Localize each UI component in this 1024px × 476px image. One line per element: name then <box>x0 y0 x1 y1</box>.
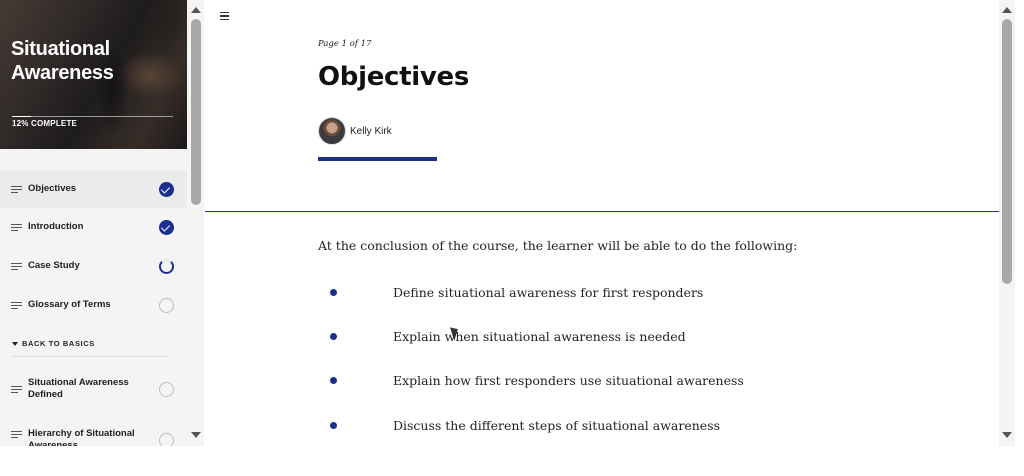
lines-icon <box>11 300 22 311</box>
bullet-icon <box>330 377 337 384</box>
objective-text: Explain how first responders use situati… <box>393 373 744 388</box>
list-item: Explain how first responders use situati… <box>318 373 744 388</box>
page-indicator: Page 1 of 17 <box>318 39 372 49</box>
content-scrollbar[interactable] <box>999 0 1015 446</box>
intro-text: At the conclusion of the course, the lea… <box>318 238 798 253</box>
progress-ring-icon <box>159 259 174 274</box>
content-scrollbar-thumb[interactable] <box>1002 19 1012 284</box>
sidebar-scrollbar-thumb[interactable] <box>191 19 201 205</box>
author-byline: Kelly Kirk <box>318 117 392 145</box>
empty-circle-icon <box>159 382 174 397</box>
list-item: Discuss the different steps of situation… <box>318 418 720 433</box>
objective-text: Discuss the different steps of situation… <box>393 418 720 433</box>
section-toggle-back-to-basics[interactable]: BACK TO BASICS <box>12 339 95 348</box>
lines-icon <box>11 261 22 272</box>
section-label: BACK TO BASICS <box>22 339 95 348</box>
checkmark-circle-icon <box>159 182 174 197</box>
lines-icon <box>11 184 22 195</box>
scroll-up-arrow-icon[interactable] <box>191 7 201 13</box>
avatar <box>318 117 346 145</box>
bullet-icon <box>330 333 337 340</box>
hamburger-menu-icon[interactable] <box>220 10 229 22</box>
lesson-content: Page 1 of 17 Objectives Kelly Kirk At th… <box>205 0 999 446</box>
lines-icon <box>11 384 22 395</box>
list-item: Define situational awareness for first r… <box>318 285 703 300</box>
course-sidebar: Situational Awareness 12% COMPLETE Objec… <box>0 0 204 446</box>
course-progress-bar <box>12 116 173 117</box>
course-title: Situational Awareness <box>11 38 114 84</box>
section-divider <box>12 356 168 357</box>
list-item: Explain when situational awareness is ne… <box>318 329 686 344</box>
scroll-up-arrow-icon[interactable] <box>1002 7 1012 13</box>
sidebar-lesson-objectives[interactable]: Objectives <box>0 170 187 208</box>
scroll-down-arrow-icon[interactable] <box>1002 432 1012 438</box>
header-divider <box>205 211 999 212</box>
sidebar-lesson-introduction[interactable]: Introduction <box>0 208 187 246</box>
page-title: Objectives <box>318 62 470 92</box>
lines-icon <box>11 429 22 440</box>
course-progress-label: 12% COMPLETE <box>12 119 78 128</box>
caret-down-icon <box>12 341 18 346</box>
sidebar-lesson-situational-awareness-defined[interactable]: Situational Awareness Defined <box>0 369 187 409</box>
sidebar-lesson-case-study[interactable]: Case Study <box>0 247 187 285</box>
lines-icon <box>11 222 22 233</box>
sidebar-scrollbar[interactable] <box>188 0 204 446</box>
bullet-icon <box>330 422 337 429</box>
sidebar-lesson-glossary[interactable]: Glossary of Terms <box>0 286 187 324</box>
course-hero-banner: Situational Awareness 12% COMPLETE <box>0 0 187 149</box>
author-name: Kelly Kirk <box>350 125 392 137</box>
course-progress-fill <box>12 116 32 117</box>
title-accent-bar <box>318 157 437 161</box>
scroll-down-arrow-icon[interactable] <box>191 432 201 438</box>
objective-text: Explain when situational awareness is ne… <box>393 329 686 344</box>
sidebar-lesson-hierarchy[interactable]: Hierarchy of Situational Awareness <box>0 420 187 446</box>
objective-text: Define situational awareness for first r… <box>393 285 704 300</box>
empty-circle-icon <box>159 298 174 313</box>
empty-circle-icon <box>159 433 174 446</box>
checkmark-circle-icon <box>159 220 174 235</box>
bullet-icon <box>330 289 337 296</box>
